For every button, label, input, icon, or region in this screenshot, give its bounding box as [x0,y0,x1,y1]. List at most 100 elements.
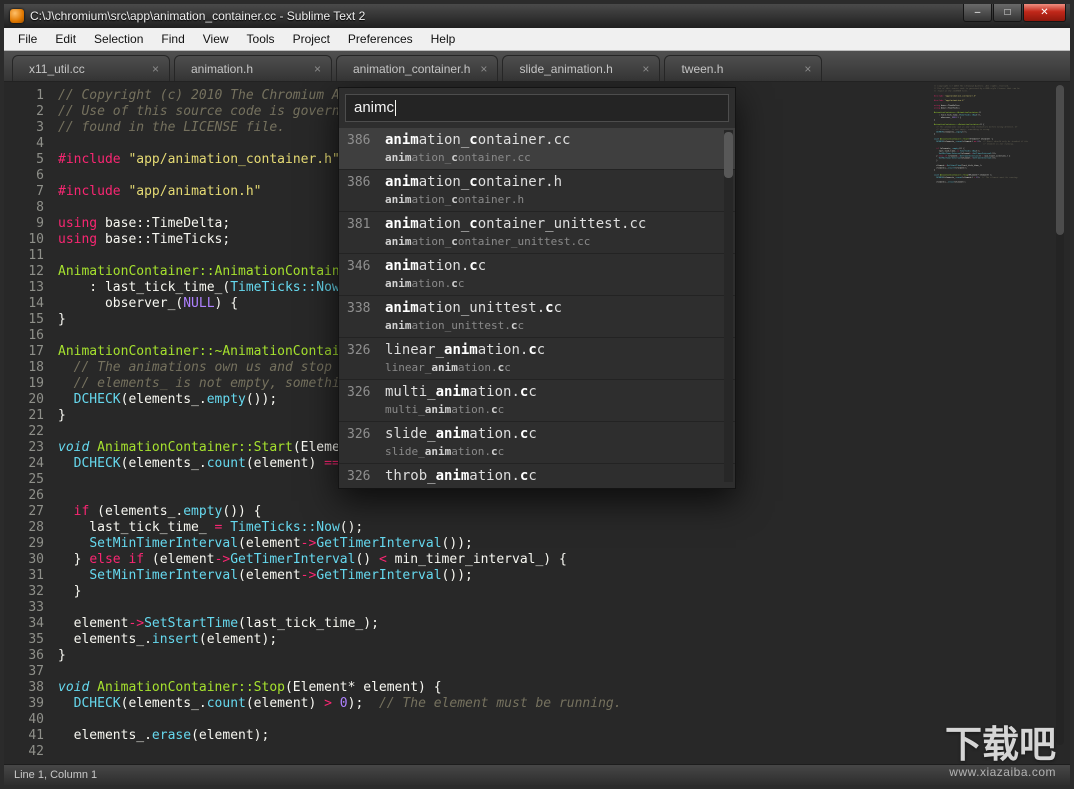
line-number: 9 [4,216,58,232]
line-number: 38 [4,680,58,696]
goto-item[interactable]: 346animation.ccanimation.cc [339,254,735,296]
tab-tween.h[interactable]: tween.h × [664,55,822,81]
line-number: 32 [4,584,58,600]
goto-item[interactable]: 326multi_animation.ccmulti_animation.cc [339,380,735,422]
goto-item-filename: multi_animation.cc [385,383,537,402]
editor-scrollbar-thumb[interactable] [1056,85,1064,235]
code-line-36: 36} [4,648,684,664]
code-line-34: 34 element->SetStartTime(last_tick_time_… [4,616,684,632]
goto-scrollbar[interactable] [724,130,733,482]
line-number: 15 [4,312,58,328]
tab-close-icon[interactable]: × [804,62,811,76]
goto-anything-input[interactable]: animc [345,94,729,122]
menu-item-project[interactable]: Project [284,28,339,50]
goto-result-list: 386animation_container.ccanimation_conta… [339,128,735,488]
minimize-button[interactable]: – [963,4,992,22]
code-line-32: 32 } [4,584,684,600]
tab-label: slide_animation.h [519,62,612,76]
code-line-39: DCHECK(elements_.count(element) > 0); //… [934,176,950,178]
tab-animation.h[interactable]: animation.h× [174,55,332,81]
goto-item-path: multi_animation.cc [385,402,537,417]
line-number: 4 [4,136,58,152]
tab-slide_animation.h[interactable]: slide_animation.h × [502,55,660,81]
tab-label: tween.h [681,62,723,76]
window-controls: – □ ✕ [963,4,1066,22]
goto-item-path: throb_animation.cc [385,486,537,488]
line-number: 21 [4,408,58,424]
tab-close-icon[interactable]: × [480,62,487,76]
goto-item-path: animation.cc [385,276,486,291]
goto-item-filename: animation_container.cc [385,131,570,150]
code-line-40: 40 [4,712,684,728]
tab-x11_util.cc[interactable]: x11_util.cc× [12,55,170,81]
tab-close-icon[interactable]: × [314,62,321,76]
line-number: 12 [4,264,58,280]
code-line-3: // found in the LICENSE file. [934,90,950,92]
text-caret [395,100,396,116]
goto-item-filename: slide_animation.cc [385,425,537,444]
goto-item[interactable]: 326slide_animation.ccslide_animation.cc [339,422,735,464]
titlebar[interactable]: C:\J\chromium\src\app\animation_containe… [4,4,1070,28]
line-number: 14 [4,296,58,312]
goto-item[interactable]: 386animation_container.hanimation_contai… [339,170,735,212]
code-line-29: 29 SetMinTimerInterval(element->GetTimer… [4,536,684,552]
goto-item-score: 338 [347,299,385,337]
code-line-5: #include "app/animation_container.h" [934,95,950,97]
menu-item-help[interactable]: Help [422,28,465,50]
menu-item-find[interactable]: Find [152,28,193,50]
line-number: 6 [4,168,58,184]
menu-item-preferences[interactable]: Preferences [339,28,422,50]
line-number: 2 [4,104,58,120]
line-number: 18 [4,360,58,376]
minimap[interactable]: // Copyright (c) 2010 The Chromium Autho… [934,85,1042,300]
menu-item-view[interactable]: View [194,28,238,50]
line-number: 7 [4,184,58,200]
goto-item[interactable]: 326throb_animation.ccthrob_animation.cc [339,464,735,488]
line-number: 26 [4,488,58,504]
tab-close-icon[interactable]: × [642,62,649,76]
menu-item-file[interactable]: File [9,28,46,50]
goto-item-score: 346 [347,257,385,295]
line-number: 17 [4,344,58,360]
line-number: 23 [4,440,58,456]
menu-item-tools[interactable]: Tools [238,28,284,50]
line-number: 36 [4,648,58,664]
goto-item[interactable]: 381animation_container_unittest.ccanimat… [339,212,735,254]
status-bar: Line 1, Column 1 [4,764,1070,785]
goto-anything-panel: animc 386animation_container.ccanimation… [338,87,736,489]
goto-scrollbar-thumb[interactable] [724,132,733,178]
line-number: 1 [4,88,58,104]
goto-item-filename: linear_animation.cc [385,341,545,360]
line-number: 20 [4,392,58,408]
goto-item[interactable]: 326linear_animation.cclinear_animation.c… [339,338,735,380]
goto-item[interactable]: 338animation_unittest.ccanimation_unitte… [339,296,735,338]
goto-query-text: animc [354,100,394,116]
tab-animation_container.h[interactable]: animation_container.h × [336,55,498,81]
code-line-7: #include "app/animation.h" [934,99,950,101]
goto-item-filename: animation_unittest.cc [385,299,562,318]
goto-item[interactable]: 386animation_container.ccanimation_conta… [339,128,735,170]
tab-close-icon[interactable]: × [152,62,159,76]
menu-item-selection[interactable]: Selection [85,28,152,50]
code-line-35: elements_.insert(element); [934,167,950,169]
goto-item-score: 326 [347,383,385,421]
goto-item-score: 386 [347,131,385,169]
goto-item-score: 326 [347,425,385,463]
goto-item-path: slide_animation.cc [385,444,537,459]
line-number: 39 [4,696,58,712]
editor-scrollbar[interactable] [1056,85,1064,745]
code-line-10: using base::TimeTicks; [934,107,950,109]
code-line-33: 33 [4,600,684,616]
code-line-41: 41 elements_.erase(element); [4,728,684,744]
code-line-20: DCHECK(elements_.empty()); [934,131,950,133]
goto-item-score: 326 [347,341,385,379]
maximize-button[interactable]: □ [993,4,1022,22]
sublime-text-window: C:\J\chromium\src\app\animation_containe… [0,0,1074,789]
code-line-14: observer_(NULL) { [934,116,950,118]
tab-label: animation_container.h [353,62,470,76]
editor-area[interactable]: 1 // Copyright (c) 2010 The Chromium Auth… [4,82,1070,764]
close-button[interactable]: ✕ [1023,4,1066,22]
line-number: 35 [4,632,58,648]
line-number: 11 [4,248,58,264]
menu-item-edit[interactable]: Edit [46,28,85,50]
